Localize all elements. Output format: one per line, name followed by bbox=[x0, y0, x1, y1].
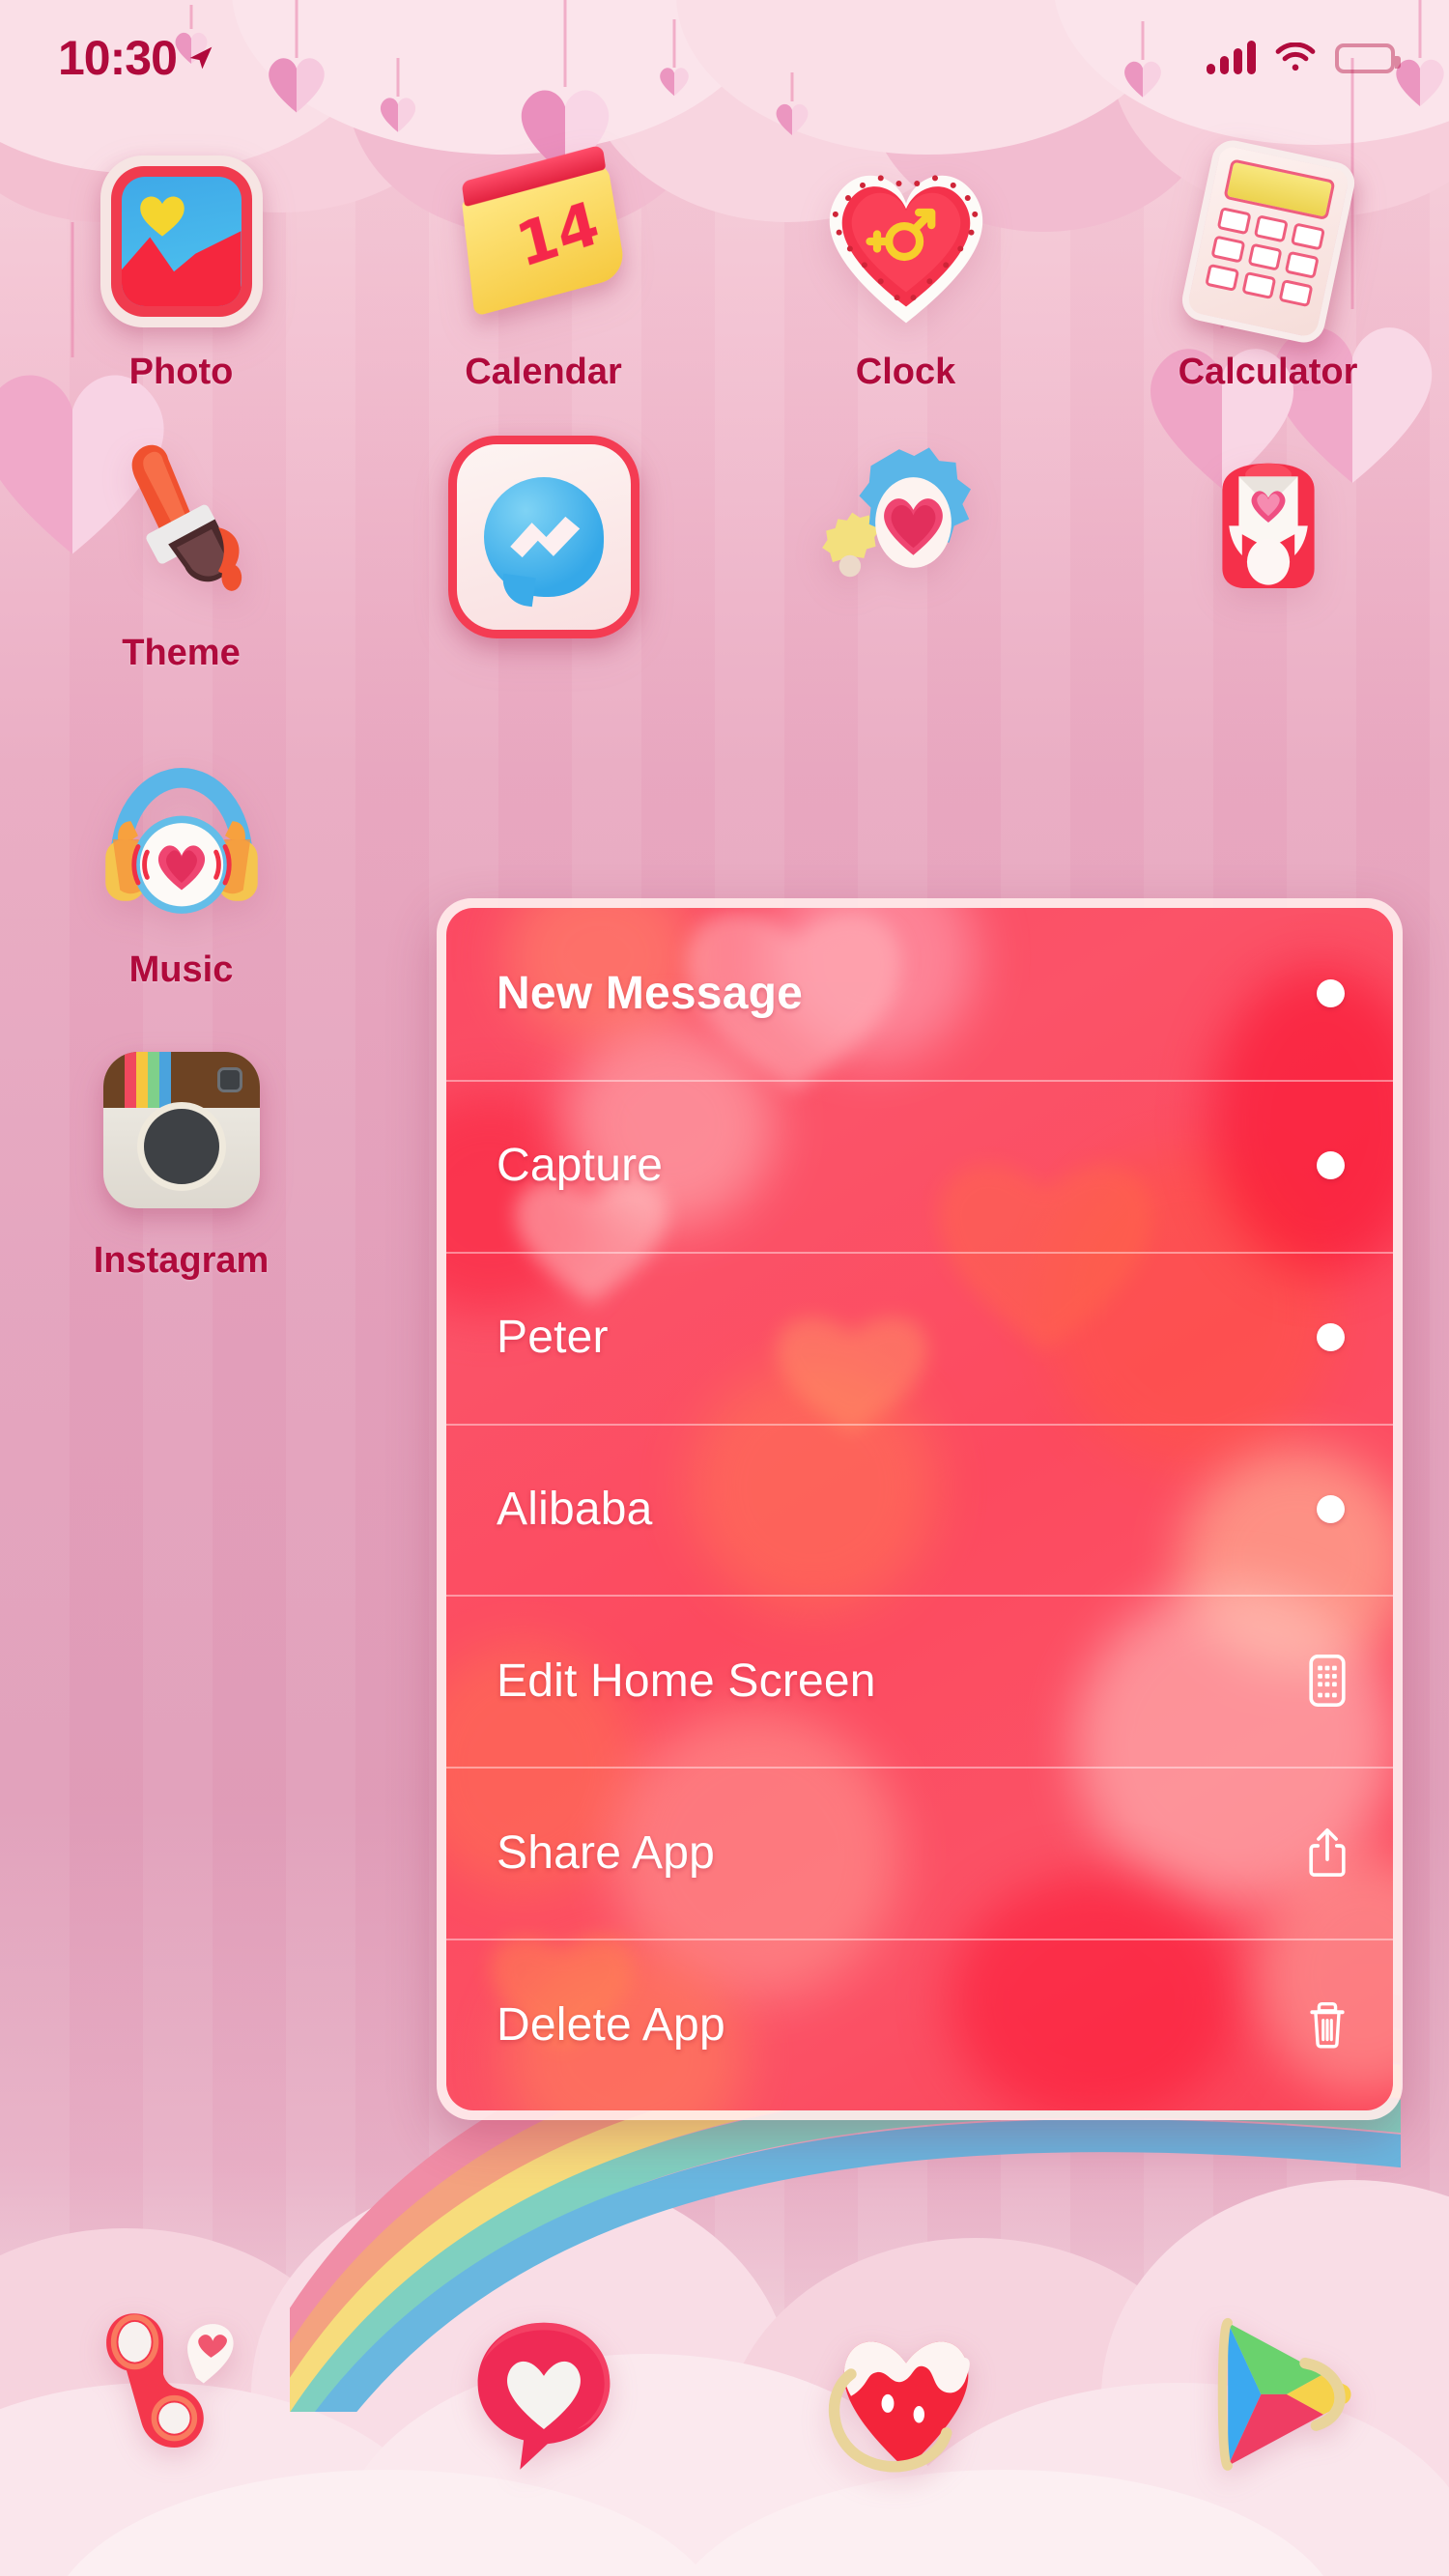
status-bar-time-group: 10:30 bbox=[58, 30, 217, 86]
menu-item-new-message[interactable]: New Message bbox=[446, 908, 1393, 1080]
paintbrush-icon[interactable] bbox=[85, 426, 278, 619]
app-label: Photo bbox=[128, 352, 234, 392]
home-screen: 10:30 Photo 14 Calendar Clock Calculator… bbox=[0, 0, 1449, 2576]
menu-item-label: Alibaba bbox=[497, 1484, 653, 1535]
menu-item-capture[interactable]: Capture bbox=[446, 1079, 1393, 1252]
menu-item-alibaba[interactable]: Alibaba bbox=[446, 1423, 1393, 1596]
menu-item-share-app[interactable]: Share App bbox=[446, 1767, 1393, 1939]
app-theme[interactable]: Theme bbox=[0, 426, 362, 700]
menu-item-label: Capture bbox=[497, 1140, 664, 1192]
app-row: Photo 14 Calendar Clock Calculator bbox=[0, 136, 1449, 393]
app-label: Theme bbox=[122, 633, 241, 673]
settings-gear-icon[interactable] bbox=[810, 426, 1003, 619]
messenger-icon[interactable] bbox=[447, 426, 640, 648]
dot-indicator-icon bbox=[1317, 1495, 1345, 1523]
wifi-icon bbox=[1275, 42, 1316, 71]
menu-item-label: Peter bbox=[497, 1312, 609, 1364]
battery-full-icon bbox=[1335, 42, 1401, 73]
browser-heart-icon[interactable] bbox=[814, 2301, 998, 2484]
menu-item-label: Share App bbox=[497, 1826, 715, 1879]
app-label: Instagram bbox=[93, 1240, 270, 1281]
play-store-icon[interactable] bbox=[1177, 2301, 1360, 2484]
dot-indicator-icon bbox=[1317, 1151, 1345, 1180]
status-bar-time: 10:30 bbox=[58, 31, 178, 85]
app-label: Calculator bbox=[1178, 352, 1358, 392]
photo-gallery-icon[interactable] bbox=[85, 145, 278, 338]
app-music[interactable]: Music bbox=[0, 743, 362, 991]
menu-item-label: Delete App bbox=[497, 1998, 725, 2051]
location-arrow-icon bbox=[189, 46, 213, 70]
app-label: Calendar bbox=[465, 352, 622, 392]
app-calendar[interactable]: 14 Calendar bbox=[362, 144, 724, 393]
instagram-camera-icon[interactable] bbox=[85, 1033, 278, 1227]
app-mail[interactable] bbox=[1087, 426, 1449, 700]
context-menu-list: New Message Capture Peter Alibaba Edit H bbox=[446, 908, 1393, 2110]
heart-shape bbox=[139, 196, 185, 237]
messenger-selected-ring bbox=[447, 436, 639, 638]
dock-app-phone[interactable] bbox=[0, 2286, 362, 2499]
app-messenger[interactable] bbox=[362, 426, 724, 700]
status-bar-indicators bbox=[1207, 41, 1401, 74]
menu-item-edit-home-screen[interactable]: Edit Home Screen bbox=[446, 1595, 1393, 1767]
dock-app-browser[interactable] bbox=[724, 2286, 1087, 2499]
phone-icon[interactable] bbox=[90, 2301, 273, 2484]
edit-home-screen-icon bbox=[1302, 1653, 1352, 1709]
app-context-menu: New Message Capture Peter Alibaba Edit H bbox=[437, 898, 1403, 2120]
dot-indicator-icon bbox=[1317, 1323, 1345, 1352]
app-label: Clock bbox=[855, 352, 956, 392]
dock bbox=[0, 2286, 1449, 2499]
app-label: Music bbox=[128, 949, 234, 990]
calculator-icon[interactable] bbox=[1172, 136, 1365, 347]
messages-bubble-icon[interactable] bbox=[452, 2301, 636, 2484]
dock-app-play-store[interactable] bbox=[1087, 2286, 1449, 2499]
trash-icon bbox=[1302, 1996, 1352, 2052]
music-headphones-icon[interactable] bbox=[85, 743, 278, 936]
menu-item-delete-app[interactable]: Delete App bbox=[446, 1939, 1393, 2110]
app-settings[interactable] bbox=[724, 426, 1087, 700]
app-calculator[interactable]: Calculator bbox=[1087, 136, 1449, 393]
share-icon bbox=[1302, 1825, 1352, 1881]
menu-item-label: New Message bbox=[497, 968, 804, 1020]
app-clock[interactable]: Clock bbox=[724, 145, 1087, 393]
menu-item-peter[interactable]: Peter bbox=[446, 1251, 1393, 1424]
status-bar: 10:30 bbox=[0, 0, 1449, 116]
menu-item-label: Edit Home Screen bbox=[497, 1655, 876, 1707]
dock-app-messages[interactable] bbox=[362, 2286, 724, 2499]
mail-envelope-icon[interactable] bbox=[1172, 426, 1365, 619]
app-photo[interactable]: Photo bbox=[0, 145, 362, 393]
app-row: Theme bbox=[0, 426, 1449, 700]
app-instagram[interactable]: Instagram bbox=[0, 1033, 362, 1282]
calendar-icon[interactable]: 14 bbox=[447, 144, 640, 338]
dot-indicator-icon bbox=[1317, 979, 1345, 1008]
cellular-signal-icon bbox=[1207, 41, 1256, 74]
clock-heart-icon[interactable] bbox=[810, 145, 1003, 338]
